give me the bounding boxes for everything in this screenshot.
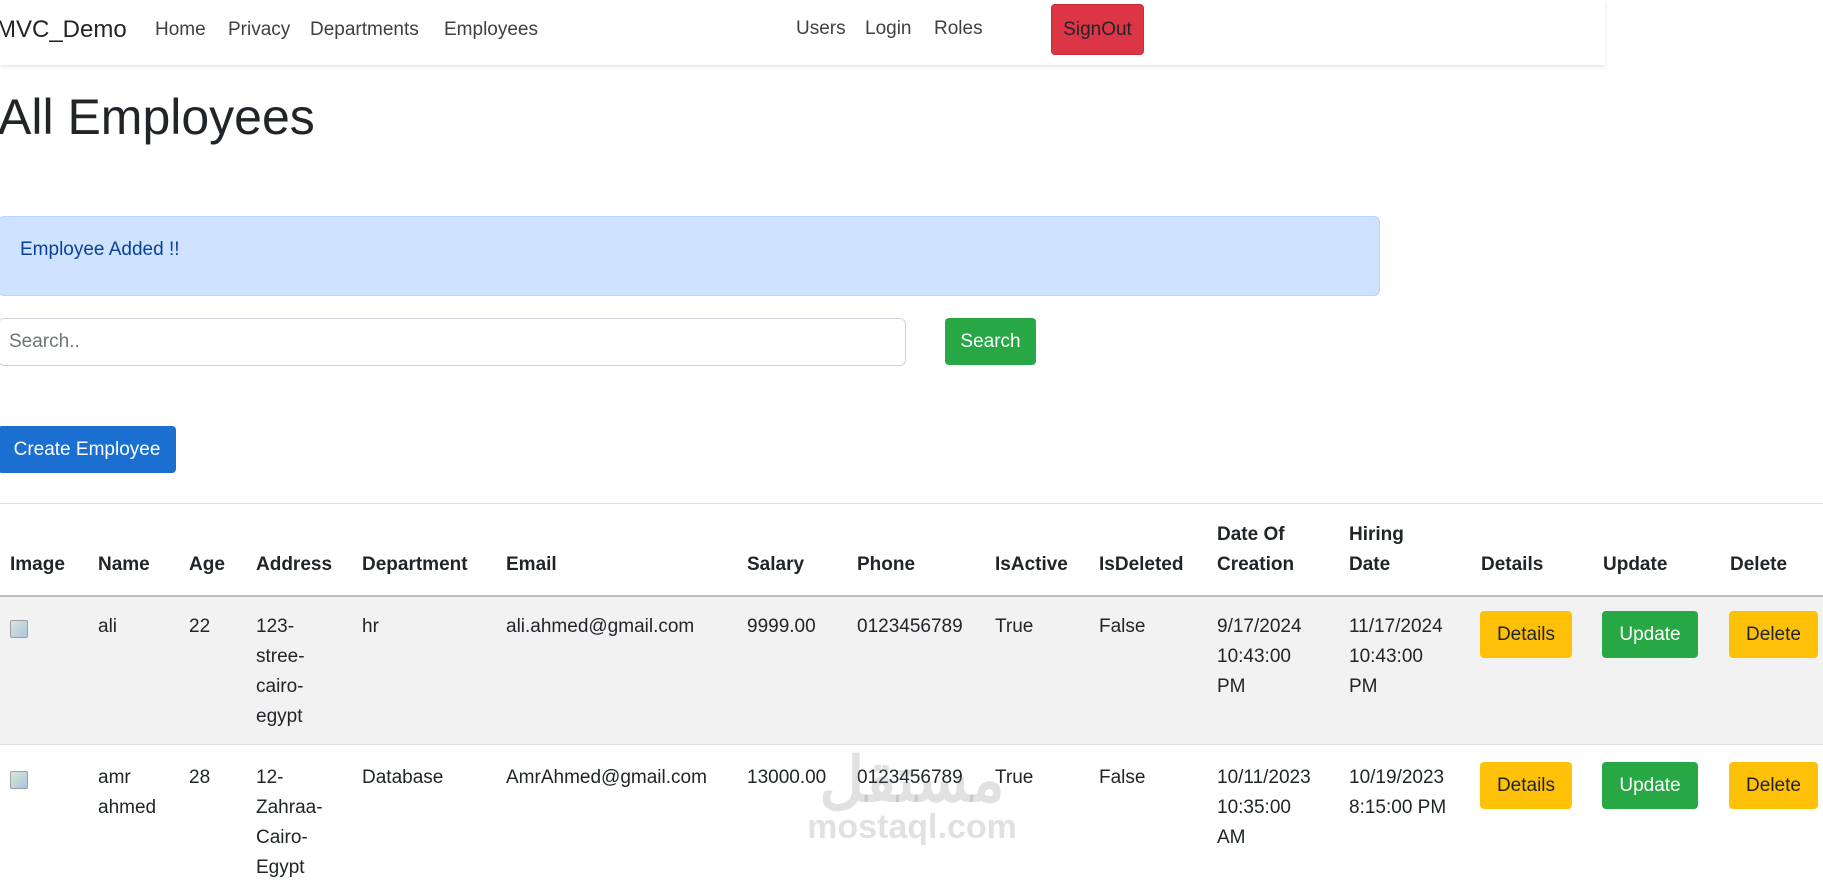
navbar: MVC_Demo Home Privacy Departments Employ… (0, 0, 1605, 65)
cell-isactive: True (995, 616, 1034, 637)
cell-address-line: cairo- (256, 676, 304, 697)
page-title: All Employees (0, 89, 315, 145)
cell-hiring-date-line: 8:15:00 PM (1349, 797, 1447, 818)
header-hiring-date-line1: Hiring (1349, 524, 1404, 545)
header-image: Image (10, 554, 65, 575)
cell-hiring-date-line: PM (1349, 676, 1378, 697)
cell-date-creation-line: 10:35:00 (1217, 797, 1291, 818)
header-isactive: IsActive (995, 554, 1068, 575)
nav-roles[interactable]: Roles (934, 18, 983, 40)
cell-address-line: 12- (256, 767, 284, 788)
nav-privacy[interactable]: Privacy (228, 19, 290, 41)
header-hiring-date-line2: Date (1349, 554, 1391, 575)
cell-name-line: amr (98, 767, 131, 788)
nav-home[interactable]: Home (155, 19, 206, 41)
create-employee-button[interactable]: Create Employee (0, 426, 176, 473)
update-button[interactable]: Update (1602, 611, 1698, 658)
success-alert: Employee Added !! (0, 216, 1380, 296)
nav-login[interactable]: Login (865, 18, 912, 40)
cell-date-creation-line: 10:43:00 (1217, 646, 1291, 667)
header-update: Update (1603, 554, 1668, 575)
details-button[interactable]: Details (1480, 611, 1572, 658)
cell-isdeleted: False (1099, 616, 1146, 637)
cell-address-line: Cairo- (256, 827, 308, 848)
watermark-text: mostaql.com (807, 808, 1017, 846)
nav-departments[interactable]: Departments (310, 19, 419, 41)
cell-address-line: egypt (256, 706, 303, 727)
header-details: Details (1481, 554, 1544, 575)
header-name: Name (98, 554, 150, 575)
cell-age: 28 (189, 767, 211, 788)
cell-date-creation-line: 9/17/2024 (1217, 616, 1302, 637)
cell-name: ali (98, 616, 118, 637)
table-top-border (0, 503, 1823, 504)
cell-department: hr (362, 616, 379, 637)
cell-hiring-date-line: 10/19/2023 (1349, 767, 1445, 788)
cell-email: ali.ahmed@gmail.com (506, 616, 695, 637)
nav-users[interactable]: Users (796, 18, 846, 40)
cell-hiring-date-line: 11/17/2024 (1349, 616, 1443, 637)
cell-phone: 0123456789 (857, 616, 963, 637)
cell-phone: 0123456789 (857, 767, 963, 788)
header-address: Address (256, 554, 333, 575)
cell-email: AmrAhmed@gmail.com (506, 767, 707, 788)
header-salary: Salary (747, 554, 805, 575)
cell-address-line: Zahraa- (256, 797, 323, 818)
cell-date-creation-line: PM (1217, 676, 1246, 697)
cell-isactive: True (995, 767, 1034, 788)
cell-age: 22 (189, 616, 211, 637)
header-age: Age (189, 554, 225, 575)
cell-name-line: ahmed (98, 797, 157, 818)
header-isdeleted: IsDeleted (1099, 554, 1184, 575)
employee-image-icon (10, 771, 28, 789)
cell-department: Database (362, 767, 444, 788)
delete-button[interactable]: Delete (1729, 611, 1818, 658)
cell-address-line: stree- (256, 646, 305, 667)
alert-text: Employee Added !! (20, 239, 180, 260)
details-button[interactable]: Details (1480, 762, 1572, 809)
cell-hiring-date-line: 10:43:00 (1349, 646, 1423, 667)
cell-date-creation-line: AM (1217, 827, 1246, 848)
cell-isdeleted: False (1099, 767, 1146, 788)
nav-employees[interactable]: Employees (444, 19, 538, 41)
cell-date-creation-line: 10/11/2023 (1217, 767, 1311, 788)
brand-link[interactable]: MVC_Demo (0, 16, 127, 44)
employee-image-icon (10, 620, 28, 638)
signout-button[interactable]: SignOut (1051, 4, 1144, 55)
cell-salary: 9999.00 (747, 616, 816, 637)
header-delete: Delete (1730, 554, 1788, 575)
header-date-creation-line1: Date Of (1217, 524, 1285, 545)
header-email: Email (506, 554, 557, 575)
delete-button[interactable]: Delete (1729, 762, 1818, 809)
cell-address-line: Egypt (256, 857, 305, 878)
update-button[interactable]: Update (1602, 762, 1698, 809)
search-button[interactable]: Search (945, 318, 1036, 365)
search-input[interactable] (0, 318, 906, 366)
header-phone: Phone (857, 554, 916, 575)
header-date-creation-line2: Creation (1217, 554, 1295, 575)
cell-address-line: 123- (256, 616, 295, 637)
header-department: Department (362, 554, 468, 575)
cell-salary: 13000.00 (747, 767, 827, 788)
